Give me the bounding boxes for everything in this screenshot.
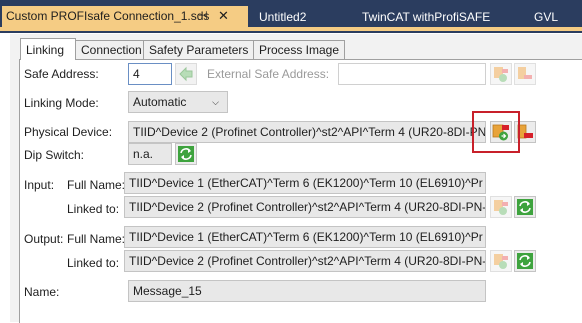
output-label: Output: — [24, 232, 64, 246]
arrow-left-icon — [179, 66, 193, 82]
highlight-box — [472, 111, 520, 153]
safe-address-input[interactable]: 4 — [128, 63, 172, 85]
output-linked-to-label: Linked to: — [67, 256, 120, 270]
doc-tab-underline — [0, 27, 582, 31]
link-output-button[interactable] — [490, 250, 512, 272]
doc-tab-active[interactable]: Custom PROFIsafe Connection_1.sds ⊣ ✕ — [2, 6, 248, 27]
input-full-name-label: Full Name: — [67, 178, 126, 192]
input-label: Input: — [24, 178, 55, 192]
input-linked-to-label: Linked to: — [67, 202, 120, 216]
input-full-name-field[interactable]: TIID^Device 1 (EtherCAT)^Term 6 (EK1200)… — [124, 172, 486, 194]
tab-linking[interactable]: Linking — [20, 38, 76, 60]
refresh-output-button[interactable] — [514, 250, 536, 272]
unlink-device-icon — [518, 67, 532, 79]
copy-address-button[interactable] — [175, 63, 197, 85]
link-device-icon — [494, 254, 508, 269]
name-field[interactable]: Message_15 — [128, 280, 486, 302]
doc-tab-untitled2[interactable]: Untitled2 — [259, 7, 306, 27]
linking-mode-label: Linking Mode: — [24, 96, 99, 110]
refresh-dip-switch-button[interactable] — [175, 143, 197, 165]
linking-mode-dropdown[interactable]: Automatic ⌵ — [128, 91, 228, 113]
output-full-name-label: Full Name: — [67, 232, 126, 246]
dip-switch-label: Dip Switch: — [24, 148, 85, 162]
link-device-icon — [494, 200, 508, 215]
dip-switch-field[interactable]: n.a. — [128, 143, 172, 165]
tab-safety-parameters[interactable]: Safety Parameters — [143, 40, 254, 59]
close-icon[interactable]: ✕ — [218, 6, 229, 26]
tab-process-image[interactable]: Process Image — [253, 40, 345, 59]
doc-tab-title: Custom PROFIsafe Connection_1.sds — [6, 9, 210, 23]
chevron-down-icon: ⌵ — [212, 97, 219, 107]
external-safe-address-label: External Safe Address: — [207, 67, 330, 81]
output-linked-to-field[interactable]: TIID^Device 2 (Profinet Controller)^st2^… — [124, 250, 486, 272]
link-external-button[interactable] — [490, 63, 512, 85]
refresh-input-button[interactable] — [514, 196, 536, 218]
input-linked-to-field[interactable]: TIID^Device 2 (Profinet Controller)^st2^… — [124, 196, 486, 218]
linking-mode-value: Automatic — [133, 95, 187, 109]
document-tab-bar: Custom PROFIsafe Connection_1.sds ⊣ ✕ Un… — [0, 0, 582, 33]
refresh-icon — [517, 253, 533, 269]
tab-connection[interactable]: Connection — [75, 40, 144, 59]
refresh-icon — [517, 199, 533, 215]
link-input-button[interactable] — [490, 196, 512, 218]
safe-address-label: Safe Address: — [24, 67, 99, 81]
name-label: Name: — [24, 285, 60, 299]
physical-device-label: Physical Device: — [24, 125, 113, 139]
doc-tab-twincat[interactable]: TwinCAT withProfiSAFE — [362, 7, 490, 27]
output-full-name-field[interactable]: TIID^Device 1 (EtherCAT)^Term 6 (EK1200)… — [124, 226, 486, 248]
unlink-external-button[interactable] — [514, 63, 536, 85]
external-safe-address-input[interactable] — [338, 63, 486, 85]
refresh-icon — [178, 146, 194, 162]
pin-icon[interactable]: ⊣ — [198, 6, 208, 26]
physical-device-field[interactable]: TIID^Device 2 (Profinet Controller)^st2^… — [128, 121, 486, 143]
link-device-icon — [494, 67, 508, 82]
doc-tab-gvl[interactable]: GVL — [534, 7, 558, 27]
